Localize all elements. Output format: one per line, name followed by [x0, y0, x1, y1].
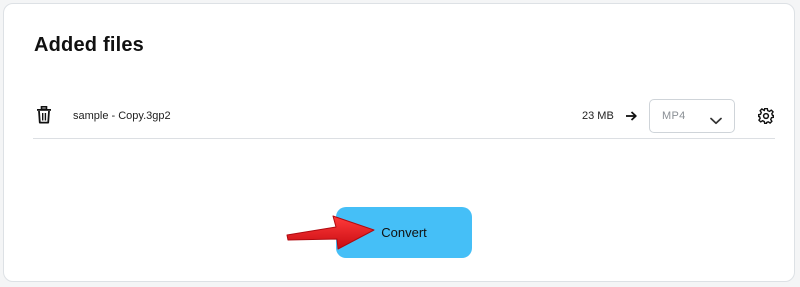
added-files-panel: Added files sample - Copy.3gp2 23 MB MP4	[3, 3, 795, 282]
arrow-right-icon	[625, 109, 637, 123]
panel-title: Added files	[34, 34, 144, 56]
file-name: sample - Copy.3gp2	[73, 110, 171, 122]
convert-button[interactable]: Convert	[336, 207, 472, 258]
trash-icon[interactable]	[36, 106, 52, 124]
file-size: 23 MB	[582, 110, 614, 122]
format-selected-value: MP4	[662, 110, 686, 122]
gear-icon[interactable]	[757, 107, 775, 125]
output-format-select[interactable]: MP4	[649, 99, 735, 133]
file-row: sample - Copy.3gp2 23 MB MP4	[33, 96, 775, 139]
chevron-down-icon	[710, 112, 722, 125]
